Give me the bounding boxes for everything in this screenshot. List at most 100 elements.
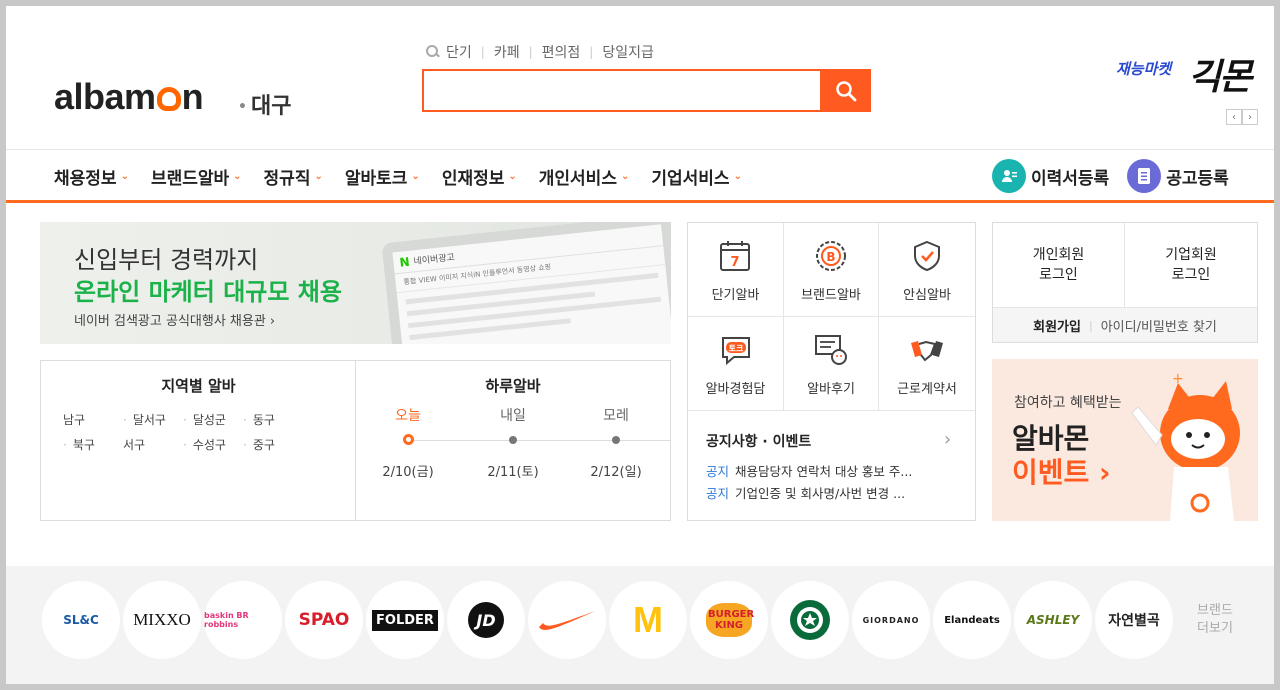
region-link[interactable]: · 중구 bbox=[243, 436, 303, 453]
region-link[interactable]: 남구 bbox=[63, 411, 123, 428]
resume-icon bbox=[992, 159, 1026, 193]
day-date: 2/10(금) bbox=[382, 465, 434, 480]
page: albam n • 대구 단기 | 카페 | 편의점 | 당일지급 재능마켓 긱몬 bbox=[6, 6, 1274, 684]
logo-o-mark bbox=[156, 87, 181, 111]
brand-elandeats[interactable]: Elandeats bbox=[933, 581, 1011, 659]
nav-item-fulltime[interactable]: 정규직 ⌄ bbox=[264, 164, 323, 189]
day-date: 2/12(일) bbox=[590, 465, 642, 480]
day-today[interactable]: 오늘 2/10(금) bbox=[358, 405, 458, 480]
brand-strip: SL&C MIXXO baskin BR robbins SPAO FOLDER… bbox=[6, 566, 1274, 684]
region-label[interactable]: • 대구 bbox=[238, 88, 291, 120]
quick-link-store[interactable]: 편의점 bbox=[542, 42, 581, 62]
brand-jayeon[interactable]: 자연별곡 bbox=[1095, 581, 1173, 659]
nav-item-jobs[interactable]: 채용정보 ⌄ bbox=[54, 164, 129, 189]
brand-slc[interactable]: SL&C bbox=[42, 581, 120, 659]
starbucks-logo-icon bbox=[790, 600, 830, 640]
service-safe[interactable]: 안심알바 bbox=[879, 223, 975, 317]
search-input[interactable] bbox=[424, 71, 822, 110]
notice-title[interactable]: 공지사항 · 이벤트 bbox=[706, 431, 811, 451]
banner-line2: 온라인 마케터 대규모 채용 bbox=[74, 278, 342, 306]
region-link[interactable]: · 달성군 bbox=[183, 411, 243, 428]
nav-label: 정규직 bbox=[263, 169, 311, 189]
region-link[interactable]: · 북구 bbox=[63, 436, 123, 453]
main-nav: 채용정보 ⌄ 브랜드알바 ⌄ 정규직 ⌄ 알바토크 ⌄ 인재정보 ⌄ 개인서비스 ⌄ 기업서… bbox=[6, 149, 1274, 203]
chevron-down-icon: ⌄ bbox=[120, 171, 129, 182]
naver-n-icon: N bbox=[398, 254, 411, 270]
search-button[interactable] bbox=[820, 69, 871, 112]
brand-baskin[interactable]: baskin BR robbins bbox=[204, 581, 282, 659]
region-box-title[interactable]: 지역별 알바 bbox=[41, 375, 356, 396]
notice-item[interactable]: 공지 기업인증 및 회사명/사번 변경 ... bbox=[706, 483, 966, 502]
chevron-right-icon[interactable]: › bbox=[944, 429, 951, 450]
resume-register-button[interactable]: 이력서등록 bbox=[992, 159, 1109, 193]
brand-starbucks[interactable] bbox=[771, 581, 849, 659]
service-short-term[interactable]: 7 단기알바 bbox=[688, 223, 784, 317]
nav-item-company[interactable]: 기업서비스 ⌄ bbox=[651, 164, 742, 189]
brand-label: M bbox=[633, 599, 663, 640]
search-box bbox=[422, 69, 822, 112]
service-label: 알바후기 bbox=[807, 382, 855, 397]
prev-arrow-icon[interactable]: ‹ bbox=[1226, 109, 1242, 125]
nav-label: 브랜드알바 bbox=[150, 169, 230, 189]
personal-login-button[interactable]: 개인회원 로그인 bbox=[993, 223, 1125, 307]
service-brand[interactable]: B 브랜드알바 bbox=[784, 223, 879, 317]
quick-link-sameday[interactable]: 당일지급 bbox=[602, 42, 654, 62]
nav-item-talent[interactable]: 인재정보 ⌄ bbox=[442, 164, 517, 189]
brand-label: MIXXO bbox=[133, 610, 191, 629]
chevron-down-icon: ⌄ bbox=[233, 171, 242, 182]
day-after-tomorrow[interactable]: 모레 2/12(일) bbox=[566, 405, 666, 480]
brand-spao[interactable]: SPAO bbox=[285, 581, 363, 659]
region-link[interactable]: · 달서구 bbox=[123, 411, 183, 428]
next-arrow-icon[interactable]: › bbox=[1242, 109, 1258, 125]
region-link[interactable]: 서구 bbox=[123, 436, 183, 453]
chevron-down-icon: ⌄ bbox=[620, 171, 630, 182]
resume-register-label: 이력서등록 bbox=[1031, 168, 1110, 189]
event-banner[interactable]: 참여하고 혜택받는 알바몬 이벤트 › + bbox=[992, 359, 1258, 521]
day-tomorrow[interactable]: 내일 2/11(토) bbox=[463, 405, 563, 480]
company-login-button[interactable]: 기업회원 로그인 bbox=[1125, 223, 1257, 307]
nav-item-talk[interactable]: 알바토크 ⌄ bbox=[345, 164, 420, 189]
nav-label: 개인서비스 bbox=[538, 169, 617, 189]
quick-link-cafe[interactable]: 카페 bbox=[494, 42, 520, 62]
region-link[interactable]: · 동구 bbox=[243, 411, 303, 428]
brand-nike[interactable] bbox=[528, 581, 606, 659]
notice-item[interactable]: 공지 채용담당자 연락처 대상 홍보 주... bbox=[706, 461, 966, 480]
brand-jd[interactable]: JD bbox=[447, 581, 525, 659]
nav-item-personal[interactable]: 개인서비스 ⌄ bbox=[539, 164, 630, 189]
nav-label: 채용정보 bbox=[54, 169, 117, 189]
brand-ashley[interactable]: ASHLEY bbox=[1014, 581, 1092, 659]
naver-ad-banner[interactable]: 신입부터 경력까지 온라인 마케터 대규모 채용 네이버 검색광고 공식대행사 … bbox=[40, 222, 671, 344]
brand-mixxo[interactable]: MIXXO bbox=[123, 581, 201, 659]
brand-mcdonalds[interactable]: M bbox=[609, 581, 687, 659]
brand-folder[interactable]: FOLDER bbox=[366, 581, 444, 659]
nav-item-brand[interactable]: 브랜드알바 ⌄ bbox=[151, 164, 242, 189]
brand-label: 자연별곡 bbox=[1108, 613, 1160, 629]
brand-label: SL&C bbox=[63, 613, 99, 627]
albamon-logo[interactable]: albam n bbox=[54, 76, 204, 118]
brand-more-button[interactable]: 브랜드 더보기 bbox=[1176, 581, 1254, 659]
region-link[interactable]: · 수성구 bbox=[183, 436, 243, 453]
quick-link-short[interactable]: 단기 bbox=[446, 42, 472, 62]
service-experience[interactable]: 토크 알바경험담 bbox=[688, 317, 784, 411]
daily-box-title[interactable]: 하루알바 bbox=[356, 375, 670, 396]
brand-burgerking[interactable]: BURGER KING bbox=[690, 581, 768, 659]
chevron-down-icon: ⌄ bbox=[411, 171, 420, 182]
service-label: 알바경험담 bbox=[705, 382, 766, 397]
service-box: 7 단기알바 B 브랜드알바 안심알바 토크 알바경험담 알바후기 근로계약서 … bbox=[687, 222, 976, 521]
service-contract[interactable]: 근로계약서 bbox=[879, 317, 975, 411]
shield-icon bbox=[914, 240, 940, 272]
brand-label: ASHLEY bbox=[1026, 613, 1080, 627]
signup-link[interactable]: 회원가입 bbox=[1033, 316, 1081, 335]
service-label: 브랜드알바 bbox=[801, 288, 861, 303]
service-review[interactable]: 알바후기 bbox=[784, 317, 879, 411]
notice-text: 기업인증 및 회사명/사번 변경 ... bbox=[735, 486, 906, 501]
nav-label: 인재정보 bbox=[441, 169, 505, 189]
region-dot-icon: • bbox=[238, 99, 247, 115]
svg-text:토크: 토크 bbox=[728, 344, 743, 353]
find-account-link[interactable]: 아이디/비밀번호 찾기 bbox=[1101, 316, 1217, 335]
brand-label: GIORDANO bbox=[862, 615, 920, 625]
day-label: 내일 bbox=[500, 408, 526, 424]
brand-giordano[interactable]: GIORDANO bbox=[852, 581, 930, 659]
post-register-button[interactable]: 공고등록 bbox=[1127, 159, 1229, 193]
brand-label: Elandeats bbox=[944, 614, 1000, 626]
